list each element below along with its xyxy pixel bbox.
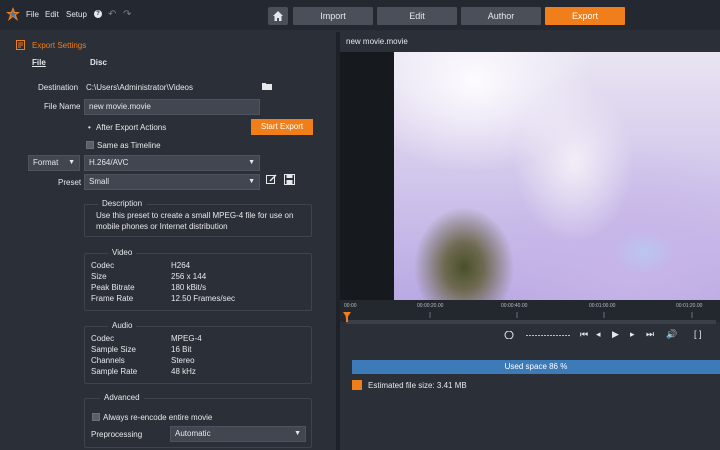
top-bar: File Edit Setup ? ↶ ↷ Import Edit Author… <box>0 0 720 30</box>
reencode-label: Always re-encode entire movie <box>103 413 213 422</box>
after-export-actions[interactable]: After Export Actions <box>96 123 166 132</box>
folder-icon[interactable] <box>262 82 272 90</box>
preview-panel: new movie.movie 00:00 00:00:20.00 00:00:… <box>340 32 720 450</box>
step-forward-icon[interactable]: ▸ <box>630 329 635 340</box>
audio-samplerate-key: Sample Rate <box>91 367 138 376</box>
volume-icon[interactable]: 🔊 <box>666 329 677 340</box>
format-label: Format <box>33 158 59 167</box>
home-icon <box>273 11 283 21</box>
audio-codec-value: MPEG-4 <box>171 334 202 343</box>
chevron-down-icon: ▼ <box>68 159 75 166</box>
description-line-2: mobile phones or Internet distribution <box>96 222 228 231</box>
video-preview[interactable] <box>394 52 720 300</box>
timeline-ruler[interactable]: 00:00 00:00:20.00 00:00:40.00 00:01:00.0… <box>340 300 720 322</box>
description-title: Description <box>98 199 147 208</box>
audio-samplesize-value: 16 Bit <box>171 345 192 354</box>
skip-to-end-icon[interactable]: ⏭ <box>646 329 654 340</box>
after-export-bullet: • <box>88 123 91 132</box>
export-settings-panel: Export Settings File Disc Destination C:… <box>0 32 336 450</box>
play-icon[interactable]: ▶ <box>612 329 619 340</box>
audio-channels-value: Stereo <box>171 356 195 365</box>
save-preset-icon[interactable] <box>284 174 295 185</box>
description-group <box>84 204 312 237</box>
transport-controls: ⏮ ◂ ▶ ▸ ⏭ 🔊 [ ] <box>340 324 720 346</box>
tab-author[interactable]: Author <box>461 7 541 25</box>
preview-letterbox <box>340 52 394 300</box>
tick-label: 00:01:00.00 <box>589 303 616 309</box>
preset-label: Preset <box>58 178 82 187</box>
chevron-down-icon: ▼ <box>248 178 255 185</box>
ruler-ticks <box>345 312 693 318</box>
destination-label: Destination <box>38 83 79 92</box>
mark-in-out-icon[interactable]: [ ] <box>694 329 702 339</box>
used-space-bar: Used space 86 % <box>352 360 720 374</box>
tick-label: 00:00 <box>344 303 357 309</box>
filename-label: File Name <box>44 102 81 111</box>
tab-import[interactable]: Import <box>293 7 373 25</box>
start-export-button[interactable]: Start Export <box>251 119 313 135</box>
menu-setup[interactable]: Setup <box>66 10 87 19</box>
filename-field[interactable]: new movie.movie <box>84 99 260 115</box>
video-framerate-key: Frame Rate <box>91 294 134 303</box>
video-size-key: Size <box>91 272 107 281</box>
tick-label: 00:00:40.00 <box>501 303 528 309</box>
audio-samplerate-value: 48 kHz <box>171 367 196 376</box>
playhead-icon[interactable] <box>343 312 351 322</box>
format-dropdown[interactable]: Format ▼ <box>28 155 80 171</box>
audio-samplesize-key: Sample Size <box>91 345 136 354</box>
destination-value: C:\Users\Administrator\Videos <box>86 83 193 92</box>
redo-icon[interactable]: ↷ <box>123 9 131 20</box>
format-value: H.264/AVC <box>89 158 129 167</box>
menu-file[interactable]: File <box>26 10 39 19</box>
format-select[interactable]: H.264/AVC ▼ <box>84 155 260 171</box>
preset-select[interactable]: Small ▼ <box>84 174 260 190</box>
preset-value: Small <box>89 177 110 186</box>
export-settings-icon <box>16 40 25 50</box>
audio-channels-key: Channels <box>91 356 125 365</box>
reencode-checkbox[interactable] <box>92 413 100 421</box>
preprocessing-label: Preprocessing <box>91 430 143 439</box>
export-settings-title: Export Settings <box>32 41 87 50</box>
tab-export[interactable]: Export <box>545 7 625 25</box>
undo-icon[interactable]: ↶ <box>108 9 116 20</box>
shuttle-slider[interactable] <box>526 334 570 337</box>
loop-icon[interactable] <box>504 331 514 339</box>
advanced-title: Advanced <box>100 393 144 402</box>
audio-codec-key: Codec <box>91 334 115 343</box>
video-size-value: 256 x 144 <box>171 272 207 281</box>
video-framerate-value: 12.50 Frames/sec <box>171 294 236 303</box>
home-button[interactable] <box>268 7 288 25</box>
video-codec-key: Codec <box>91 261 115 270</box>
estimated-file-size: Estimated file size: 3.41 MB <box>368 381 467 390</box>
tick-label: 00:01:20.00 <box>676 303 703 309</box>
menu-edit[interactable]: Edit <box>45 10 59 19</box>
preprocessing-select[interactable]: Automatic ▼ <box>170 426 306 442</box>
same-as-timeline-label: Same as Timeline <box>97 141 161 150</box>
video-bitrate-value: 180 kBit/s <box>171 283 207 292</box>
tab-edit[interactable]: Edit <box>377 7 457 25</box>
step-back-icon[interactable]: ◂ <box>596 329 601 340</box>
same-as-timeline-checkbox[interactable] <box>86 141 94 149</box>
skip-to-start-icon[interactable]: ⏮ <box>580 329 588 340</box>
chevron-down-icon: ▼ <box>294 430 301 437</box>
chevron-down-icon: ▼ <box>248 159 255 166</box>
app-logo-icon <box>6 7 20 21</box>
subtab-disc[interactable]: Disc <box>90 58 107 67</box>
subtab-file[interactable]: File <box>32 58 46 67</box>
tick-label: 00:00:20.00 <box>417 303 444 309</box>
preview-title: new movie.movie <box>346 37 408 46</box>
edit-preset-icon[interactable] <box>266 174 277 185</box>
video-codec-value: H264 <box>171 261 191 270</box>
video-bitrate-key: Peak Bitrate <box>91 283 135 292</box>
help-icon[interactable]: ? <box>94 10 102 18</box>
video-title: Video <box>108 248 137 257</box>
description-line-1: Use this preset to create a small MPEG-4… <box>96 211 294 220</box>
preprocessing-value: Automatic <box>175 429 211 438</box>
audio-title: Audio <box>108 321 137 330</box>
estimated-size-swatch <box>352 380 362 390</box>
